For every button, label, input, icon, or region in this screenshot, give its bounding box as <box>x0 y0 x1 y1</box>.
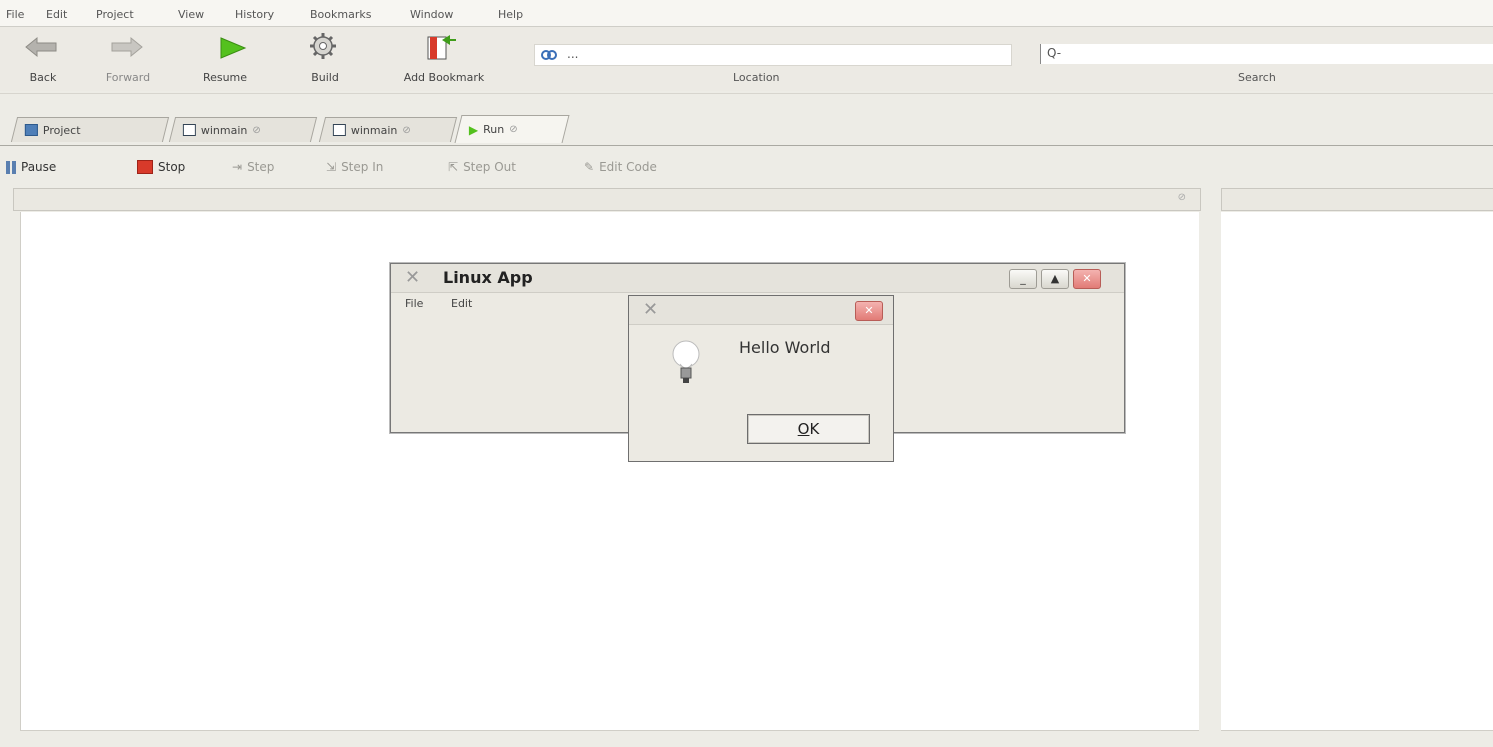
tab-close-icon[interactable]: ⊘ <box>252 125 260 136</box>
app-titlebar[interactable]: ✕ Linux App _ ▲ ✕ <box>391 264 1124 293</box>
side-panel <box>1221 212 1493 731</box>
forward-arrow-icon <box>111 36 143 58</box>
forward-button[interactable]: Forward <box>88 27 168 91</box>
step-label: Step <box>247 160 275 174</box>
dialog-close-button[interactable]: ✕ <box>855 301 883 321</box>
x11-icon: ✕ <box>405 267 421 288</box>
tab-close-icon[interactable]: ⊘ <box>402 125 410 136</box>
back-label: Back <box>29 71 57 84</box>
edit-icon: ✎ <box>584 160 595 174</box>
step-in-icon: ⇲ <box>326 160 337 174</box>
step-icon: ⇥ <box>232 160 243 174</box>
maximize-button[interactable]: ▲ <box>1041 269 1069 289</box>
search-icon: Q- <box>1047 46 1062 60</box>
dialog-message: Hello World <box>739 338 831 357</box>
location-label: Location <box>733 71 780 84</box>
pause-button[interactable]: Pause <box>6 160 56 174</box>
link-icon <box>541 50 557 60</box>
gear-icon <box>310 33 336 59</box>
search-label: Search <box>1238 71 1276 84</box>
tab-label: winmain <box>350 123 398 137</box>
menu-window[interactable]: Window <box>410 8 453 21</box>
x11-icon: ✕ <box>643 299 659 320</box>
build-label: Build <box>311 71 339 84</box>
stop-button[interactable]: Stop <box>137 160 185 174</box>
bookmark-icon <box>427 35 456 60</box>
tab-bar: Project winmain ⊘ winmain ⊘ ▶ Run ⊘ <box>0 111 1493 146</box>
tab-winmain-1[interactable]: winmain ⊘ <box>168 117 318 142</box>
build-button[interactable]: Build <box>294 27 356 91</box>
step-out-label: Step Out <box>463 160 516 174</box>
forward-label: Forward <box>105 71 151 84</box>
tab-run[interactable]: ▶ Run ⊘ <box>454 115 570 143</box>
step-out-button[interactable]: ⇱ Step Out <box>448 160 516 174</box>
run-icon: ▶ <box>468 122 479 137</box>
ok-label: K <box>809 420 820 438</box>
tab-winmain-2[interactable]: winmain ⊘ <box>318 117 458 142</box>
debug-toolbar: Pause Stop ⇥ Step ⇲ Step In ⇱ Step Out ✎… <box>0 150 1493 184</box>
tab-label: Run <box>483 123 505 136</box>
add-bookmark-button[interactable]: Add Bookmark <box>374 27 514 91</box>
step-in-button[interactable]: ⇲ Step In <box>326 160 383 174</box>
play-icon <box>220 37 247 59</box>
pause-label: Pause <box>21 160 57 174</box>
run-panel-header: ⊘ <box>13 188 1201 211</box>
ok-button[interactable]: OK <box>747 414 870 444</box>
tab-project[interactable]: Project <box>10 117 170 142</box>
app-close-button[interactable]: ✕ <box>1073 269 1101 289</box>
edit-code-button[interactable]: ✎ Edit Code <box>584 160 657 174</box>
resume-button[interactable]: Resume <box>184 27 266 91</box>
stop-icon <box>137 160 153 174</box>
menu-bookmarks[interactable]: Bookmarks <box>310 8 371 21</box>
add-bookmark-label: Add Bookmark <box>403 71 485 84</box>
tab-label: Project <box>42 123 81 137</box>
menu-view[interactable]: View <box>178 8 204 21</box>
step-in-label: Step In <box>341 160 384 174</box>
message-dialog: ✕ ✕ Hello World OK <box>628 295 894 462</box>
back-button[interactable]: Back <box>14 27 72 91</box>
code-icon <box>332 124 346 136</box>
menu-project[interactable]: Project <box>96 8 134 21</box>
menu-bar: File Edit Project View History Bookmarks… <box>0 0 1493 27</box>
lightbulb-icon <box>672 340 700 383</box>
menu-history[interactable]: History <box>235 8 274 21</box>
app-menu-file[interactable]: File <box>405 297 423 310</box>
menu-help[interactable]: Help <box>498 8 523 21</box>
window-icon <box>182 124 196 136</box>
panel-close-icon[interactable]: ⊘ <box>1178 192 1186 203</box>
pause-icon <box>6 160 16 174</box>
search-field[interactable]: Q- <box>1040 44 1493 64</box>
resume-label: Resume <box>202 71 248 84</box>
edit-code-label: Edit Code <box>599 160 657 174</box>
location-value: ... <box>567 47 579 61</box>
dialog-titlebar[interactable]: ✕ ✕ <box>629 296 893 325</box>
toolbar-divider <box>0 93 1493 94</box>
step-button[interactable]: ⇥ Step <box>232 160 274 174</box>
location-field[interactable]: ... <box>534 44 1012 66</box>
back-arrow-icon <box>25 36 57 58</box>
menu-file[interactable]: File <box>6 8 24 21</box>
app-title: Linux App <box>443 268 533 287</box>
ok-mnemonic: O <box>797 420 810 438</box>
app-menu-edit[interactable]: Edit <box>451 297 472 310</box>
stop-label: Stop <box>158 160 186 174</box>
tab-close-icon[interactable]: ⊘ <box>509 124 517 135</box>
side-panel-header <box>1221 188 1493 211</box>
step-out-icon: ⇱ <box>448 160 459 174</box>
project-icon <box>24 124 38 136</box>
minimize-button[interactable]: _ <box>1009 269 1037 289</box>
menu-edit[interactable]: Edit <box>46 8 67 21</box>
tab-label: winmain <box>200 123 248 137</box>
